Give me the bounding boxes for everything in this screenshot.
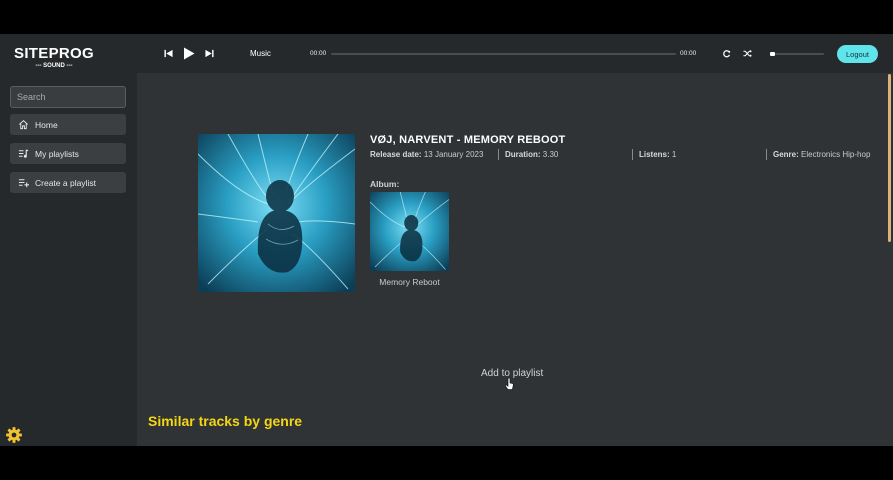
play-icon xyxy=(184,47,195,60)
sidebar-item-label: Create a playlist xyxy=(35,177,96,188)
duration: Duration: 3.30 xyxy=(505,150,558,159)
sidebar: SITEPROG --- SOUND --- Home My playlists… xyxy=(0,34,137,446)
listens: Listens: 1 xyxy=(639,150,676,159)
meta-divider xyxy=(498,149,499,160)
release-date: Release date: 13 January 2023 xyxy=(370,150,483,159)
similar-tracks-heading: Similar tracks by genre xyxy=(148,413,303,429)
total-time: 00:00 xyxy=(680,50,697,57)
release-date-label: Release date: xyxy=(370,150,422,159)
genre: Genre: Electronics Hip-hop xyxy=(773,150,870,159)
sidebar-item-label: Home xyxy=(35,119,58,130)
logo[interactable]: SITEPROG --- SOUND --- xyxy=(14,46,94,70)
duration-label: Duration: xyxy=(505,150,541,159)
sidebar-item-create-playlist[interactable]: Create a playlist xyxy=(10,172,126,193)
scrollbar[interactable] xyxy=(888,74,891,242)
sidebar-item-my-playlists[interactable]: My playlists xyxy=(10,143,126,164)
repeat-button[interactable] xyxy=(720,34,732,73)
listens-label: Listens: xyxy=(639,150,670,159)
home-icon xyxy=(16,118,30,132)
logo-main: SITEPROG xyxy=(14,45,94,62)
genre-label: Genre: xyxy=(773,150,799,159)
search-input[interactable] xyxy=(11,87,125,107)
next-button[interactable] xyxy=(202,34,216,73)
play-button[interactable] xyxy=(180,34,198,73)
previous-button[interactable] xyxy=(161,34,175,73)
track-title: VØJ, NARVENT - MEMORY REBOOT xyxy=(370,134,566,146)
track-cover-image xyxy=(198,134,355,292)
skip-forward-icon xyxy=(204,49,214,58)
skip-back-icon xyxy=(163,49,173,58)
album-name[interactable]: Memory Reboot xyxy=(370,277,449,287)
current-time: 00:00 xyxy=(310,50,327,57)
meta-divider xyxy=(632,149,633,160)
sidebar-item-label: My playlists xyxy=(35,148,79,159)
volume-knob[interactable] xyxy=(770,52,775,56)
search-box xyxy=(10,86,126,108)
sidebar-item-home[interactable]: Home xyxy=(10,114,126,135)
logo-sub: --- SOUND --- xyxy=(35,63,73,69)
progress-bar[interactable] xyxy=(331,53,676,55)
player-bar: Music 00:00 00:00 Logout xyxy=(137,34,893,73)
listens-value: 1 xyxy=(671,150,677,159)
duration-value: 3.30 xyxy=(542,150,559,159)
shuffle-icon xyxy=(742,49,752,58)
meta-divider xyxy=(766,149,767,160)
volume-slider[interactable] xyxy=(770,52,824,56)
shuffle-button[interactable] xyxy=(741,34,753,73)
repeat-icon xyxy=(722,50,730,58)
app-window: SITEPROG --- SOUND --- Home My playlists… xyxy=(0,34,893,446)
release-date-value: 13 January 2023 xyxy=(423,150,484,159)
album-cover-image[interactable] xyxy=(370,192,449,271)
add-playlist-icon xyxy=(16,176,30,190)
now-playing-label: Music xyxy=(250,49,271,58)
playlist-icon xyxy=(16,147,30,161)
genre-value: Electronics Hip-hop xyxy=(801,150,871,159)
album-heading: Album: xyxy=(370,179,400,189)
hand-cursor-icon xyxy=(505,377,514,395)
logout-button[interactable]: Logout xyxy=(837,45,878,63)
gear-icon[interactable] xyxy=(5,426,23,444)
